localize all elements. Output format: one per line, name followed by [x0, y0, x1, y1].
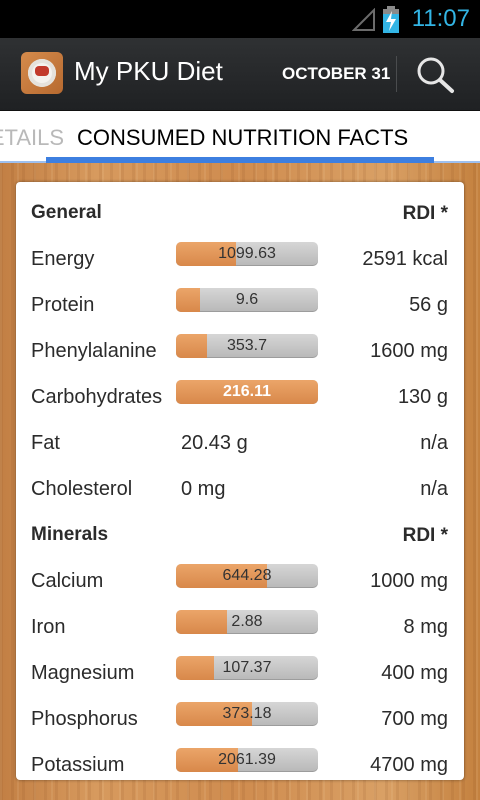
progress-bar: 373.18	[176, 702, 318, 726]
rdi-value: 130 g	[397, 386, 448, 408]
progress-bar: 644.28	[176, 564, 318, 588]
app-logo-icon[interactable]	[21, 52, 63, 94]
tab-bar: DETAILS CONSUMED NUTRITION FACTS	[0, 111, 480, 163]
nutrient-name: Calcium	[31, 570, 104, 592]
nutrient-row: Phenylalanine 353.7 1600 mg	[16, 330, 464, 376]
action-bar: My PKU Diet OCTOBER 31	[0, 38, 480, 111]
status-bar: 11:07	[0, 0, 480, 38]
rdi-value: 56 g	[409, 294, 448, 316]
nutrient-row: Magnesium 107.37 400 mg	[16, 652, 464, 698]
nutrient-name: Cholesterol	[31, 478, 133, 500]
nutrient-name: Iron	[31, 616, 66, 638]
nutrient-row: Phosphorus 373.18 700 mg	[16, 698, 464, 744]
rdi-value: 4700 mg	[370, 754, 448, 776]
nutrient-name: Protein	[31, 294, 95, 316]
progress-bar: 353.7	[176, 334, 318, 358]
rdi-label: RDI *	[402, 525, 448, 546]
nutrient-row: Energy 1099.63 2591 kcal	[16, 238, 464, 284]
rdi-value: n/a	[420, 432, 448, 454]
section-header: General RDI *	[16, 192, 464, 238]
nutrient-name: Energy	[31, 248, 95, 270]
consumed-value: 9.6	[235, 291, 259, 308]
nutrient-row: Cholesterol 0 mg n/a	[16, 468, 464, 514]
nutrient-name: Phenylalanine	[31, 340, 157, 362]
nutrient-row: Carbohydrates 216.11 130 g	[16, 376, 464, 422]
nutrient-row: Potassium 2061.39 4700 mg	[16, 744, 464, 780]
rdi-value: 700 mg	[381, 708, 448, 730]
nutrient-row: Protein 9.6 56 g	[16, 284, 464, 330]
rdi-label: RDI *	[402, 203, 448, 224]
progress-bar: 1099.63	[176, 242, 318, 266]
progress-bar: 9.6	[176, 288, 318, 312]
search-icon[interactable]	[414, 54, 456, 94]
nutrition-card[interactable]: General RDI * Energy 1099.63 2591 kcal Protei…	[16, 182, 464, 780]
tab-details[interactable]: DETAILS	[0, 125, 64, 151]
consumed-value: 2.88	[231, 613, 263, 630]
nutrient-name: Carbohydrates	[31, 386, 163, 408]
status-time: 11:07	[411, 5, 470, 32]
action-bar-divider	[396, 56, 397, 92]
section-title: Minerals	[31, 524, 109, 545]
consumed-value: 1099.63	[218, 245, 276, 262]
tab-consumed-nutrition-facts[interactable]: CONSUMED NUTRITION FACTS	[77, 125, 408, 151]
progress-bar: 107.37	[176, 656, 318, 680]
progress-bar: 2061.39	[176, 748, 318, 772]
section-title: General	[31, 202, 102, 223]
consumed-value: 353.7	[226, 337, 268, 354]
rdi-value: 8 mg	[403, 616, 448, 638]
nutrient-name: Potassium	[31, 754, 125, 776]
progress-bar: 216.11	[176, 380, 318, 404]
rdi-value: n/a	[420, 478, 448, 500]
consumed-value: 0 mg	[181, 478, 226, 500]
rdi-value: 1600 mg	[370, 340, 448, 362]
nutrient-name: Magnesium	[31, 662, 135, 684]
consumed-value: 216.11	[222, 383, 272, 400]
date-button[interactable]: OCTOBER 31	[282, 64, 390, 84]
nutrient-name: Fat	[31, 432, 60, 454]
nutrient-name: Phosphorus	[31, 708, 138, 730]
app-title: My PKU Diet	[74, 56, 223, 86]
rdi-value: 2591 kcal	[362, 248, 448, 270]
rdi-value: 1000 mg	[370, 570, 448, 592]
consumed-value: 107.37	[222, 659, 272, 676]
section-header: Minerals RDI *	[16, 514, 464, 560]
battery-charging-icon	[383, 6, 399, 33]
signal-icon	[352, 8, 375, 31]
nutrient-row: Iron 2.88 8 mg	[16, 606, 464, 652]
nutrient-row: Fat 20.43 g n/a	[16, 422, 464, 468]
consumed-value: 644.28	[222, 567, 272, 584]
nutrient-row: Calcium 644.28 1000 mg	[16, 560, 464, 606]
progress-bar: 2.88	[176, 610, 318, 634]
rdi-value: 400 mg	[381, 662, 448, 684]
consumed-value: 2061.39	[218, 751, 276, 768]
consumed-value: 373.18	[222, 705, 272, 722]
consumed-value: 20.43 g	[181, 432, 248, 454]
